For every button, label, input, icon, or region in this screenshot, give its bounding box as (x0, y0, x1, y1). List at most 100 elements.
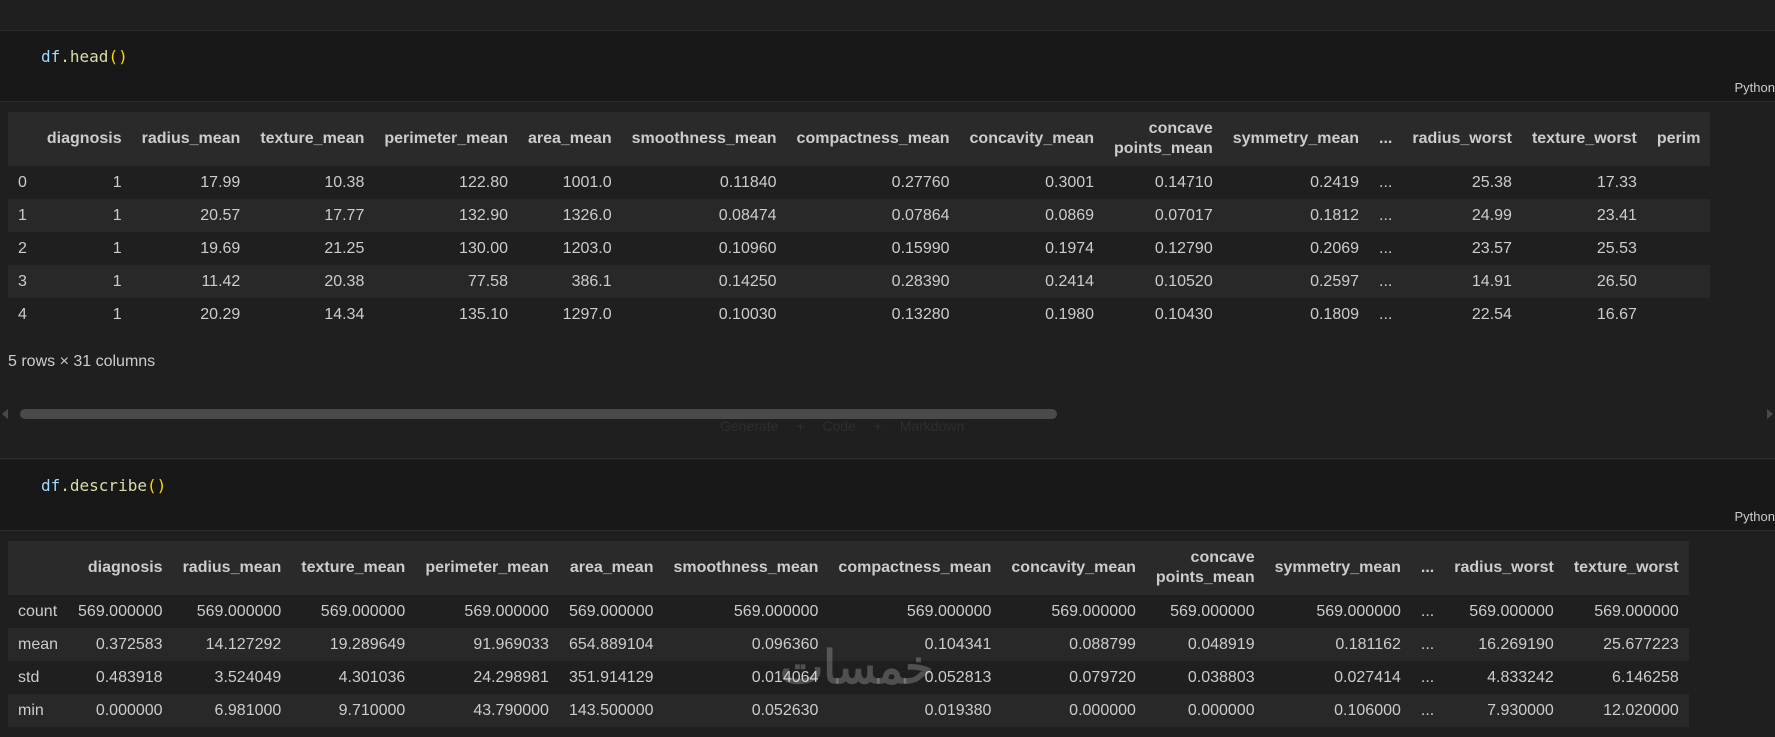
table-cell: 135.10 (459, 306, 508, 323)
column-header: texture_mean (260, 130, 365, 147)
table-cell: 0.019380 (924, 702, 992, 719)
column-header: symmetry_mean (1274, 559, 1401, 576)
column-header: concavity_mean (969, 130, 1095, 147)
table-cell: 0.181162 (1335, 636, 1401, 653)
table-cell: 91.969033 (473, 636, 549, 653)
table-cell: 17.33 (1596, 174, 1637, 191)
table-cell: 20.57 (200, 207, 241, 224)
table-cell: 1326.0 (562, 207, 612, 224)
table-cell: 19.69 (200, 240, 241, 257)
table-cell: 21.25 (324, 240, 365, 257)
table-cell: 0.27760 (891, 174, 950, 191)
scroll-right-icon[interactable] (1767, 409, 1773, 419)
table-cell: 0.10430 (1154, 306, 1213, 323)
row-index: mean (18, 636, 59, 653)
table-cell (1647, 265, 1711, 298)
table-cell: ... (1420, 603, 1435, 620)
row-index: 2 (18, 240, 27, 257)
table-cell: 22.54 (1471, 306, 1512, 323)
table-cell (1647, 232, 1711, 265)
table-cell: 0.08474 (718, 207, 777, 224)
table-cell: 0.1809 (1310, 306, 1360, 323)
table-cell: 14.34 (324, 306, 365, 323)
table-row: min 0.000000 6.981000 9.710000 43.790000 143.… (8, 694, 1689, 727)
code-method: .head (60, 47, 109, 66)
cell-divider (0, 458, 1775, 459)
table-cell: 569.000000 (78, 603, 163, 620)
table-cell: 16.67 (1596, 306, 1637, 323)
table-cell: 17.99 (200, 174, 241, 191)
table-cell: 0.14710 (1154, 174, 1213, 191)
table-cell: 122.80 (459, 174, 508, 191)
column-header: concave points_mean (1114, 120, 1213, 157)
table-cell: 0.10030 (718, 306, 777, 323)
table-row: 3 1 11.42 20.38 77.58 386.1 0.14250 0.28390 0.24… (8, 265, 1711, 298)
row-index: std (18, 669, 40, 686)
table-cell: 351.914129 (568, 669, 654, 686)
row-index: min (18, 702, 44, 719)
code-line[interactable]: df.head() (41, 47, 128, 66)
table-cell: 569.000000 (1051, 603, 1136, 620)
head-output-table: diagnosis radius_mean texture_mean perimete… (8, 112, 1711, 331)
table-cell: 143.500000 (568, 702, 654, 719)
table-cell: 20.38 (324, 273, 365, 290)
column-header: texture_worst (1531, 130, 1637, 147)
table-cell: 17.77 (324, 207, 365, 224)
table-cell: 25.53 (1596, 240, 1637, 257)
table-cell: 654.889104 (568, 636, 654, 653)
table-cell: 23.41 (1596, 207, 1637, 224)
table-cell: 1 (112, 240, 122, 257)
code-cell-describe[interactable]: df.describe() Python (0, 460, 1775, 531)
table-cell: 0.12790 (1154, 240, 1213, 257)
column-header: area_mean (569, 559, 654, 576)
code-parens: () (146, 476, 167, 495)
table-row: 4 1 20.29 14.34 135.10 1297.0 0.10030 0.13280 0.… (8, 298, 1711, 331)
table-cell: ... (1420, 669, 1435, 686)
column-header: perim (1656, 130, 1701, 147)
table-cell: ... (1379, 174, 1393, 191)
row-index: 4 (18, 306, 27, 323)
table-cell: ... (1379, 273, 1393, 290)
table-cell: ... (1420, 702, 1435, 719)
language-label[interactable]: Python (1735, 509, 1775, 524)
table-cell: 10.38 (324, 174, 365, 191)
table-cell: 0.10960 (718, 240, 777, 257)
table-cell: 569.000000 (464, 603, 549, 620)
column-header: diagnosis (46, 130, 122, 147)
table-cell: 0.14250 (718, 273, 777, 290)
table-cell: 23.57 (1471, 240, 1512, 257)
column-header: radius_mean (141, 130, 241, 147)
scroll-left-icon[interactable] (2, 409, 8, 419)
index-header (8, 112, 37, 166)
table-cell: 569.000000 (733, 603, 819, 620)
table-cell: 3.524049 (214, 669, 282, 686)
table-cell: 0.2597 (1310, 273, 1360, 290)
table-cell: 0.1980 (1045, 306, 1095, 323)
column-header: texture_mean (301, 559, 406, 576)
code-cell-head[interactable]: df.head() Python (0, 31, 1775, 102)
table-cell: 132.90 (459, 207, 508, 224)
column-header: perimeter_mean (384, 130, 508, 147)
add-cell-toolbar[interactable]: Generate + Code + Markdown (720, 418, 964, 434)
language-label[interactable]: Python (1735, 80, 1775, 95)
table-cell: 4.301036 (338, 669, 406, 686)
table-cell: 24.99 (1471, 207, 1512, 224)
code-line[interactable]: df.describe() (41, 476, 166, 495)
table-cell: 0.2069 (1310, 240, 1360, 257)
table-cell: 43.790000 (473, 702, 549, 719)
table-cell: 569.000000 (1594, 603, 1679, 620)
column-header: diagnosis (87, 559, 163, 576)
table-cell: 1 (112, 273, 122, 290)
column-header: smoothness_mean (673, 559, 819, 576)
table-cell (1647, 166, 1711, 199)
table-cell: 26.50 (1596, 273, 1637, 290)
table-cell: 14.127292 (205, 636, 282, 653)
table-cell: ... (1420, 636, 1435, 653)
column-header: ... (1379, 130, 1393, 147)
table-cell: 11.42 (201, 273, 241, 290)
column-header: radius_worst (1454, 559, 1554, 576)
table-cell: 7.930000 (1487, 702, 1554, 719)
table-cell: 0.2414 (1045, 273, 1095, 290)
table-cell: 569.000000 (1316, 603, 1401, 620)
row-index: 3 (18, 273, 27, 290)
